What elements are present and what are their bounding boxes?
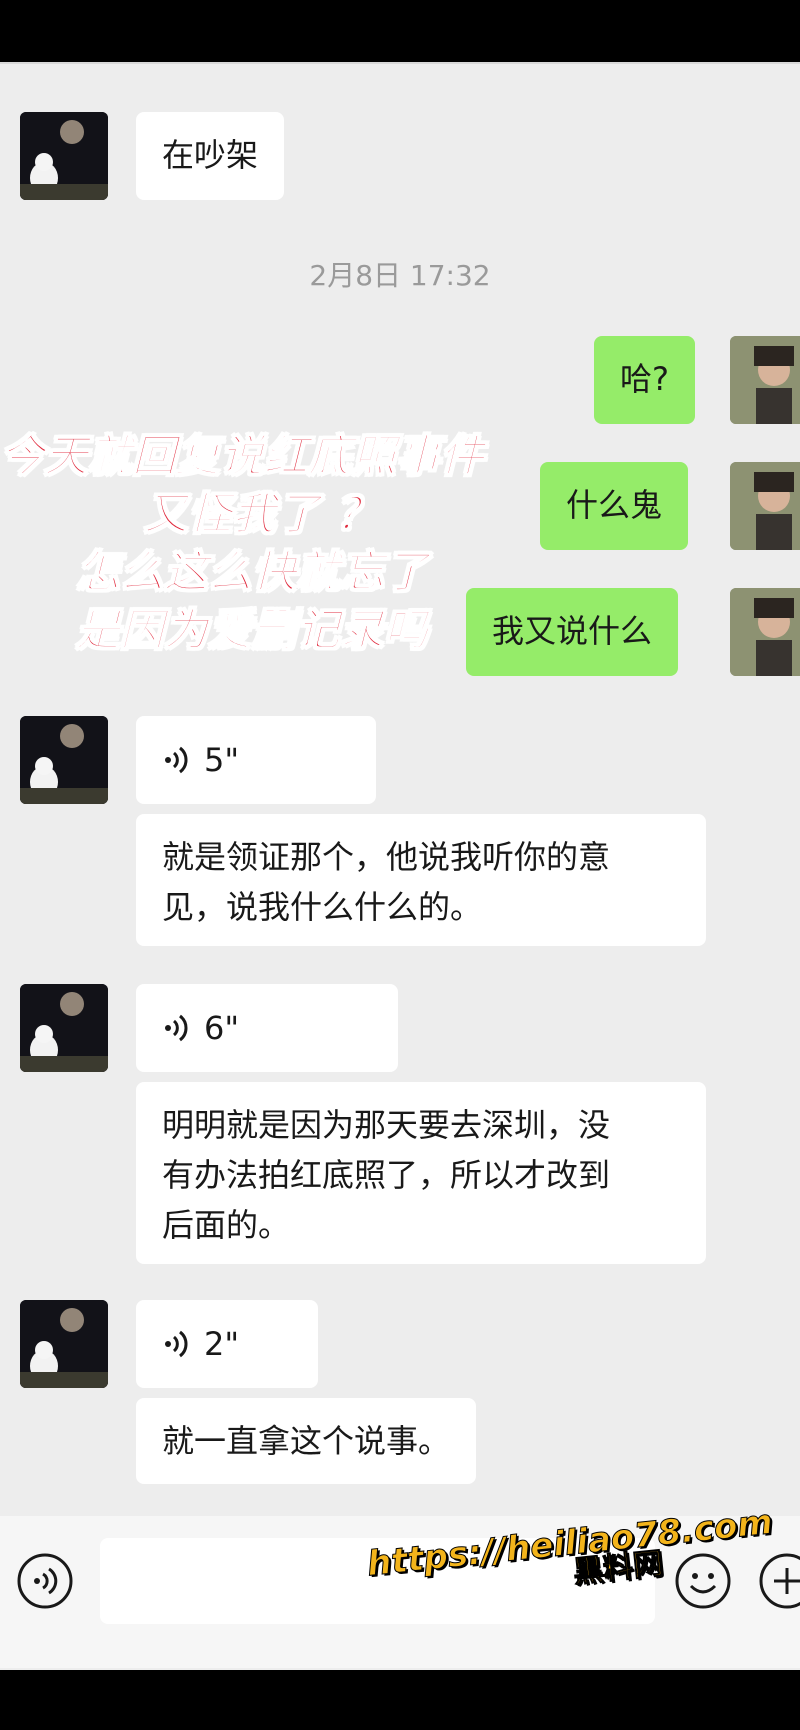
message-bubble[interactable]: 就是领证那个，他说我听你的意 见，说我什么什么的。 — [136, 814, 706, 946]
contact-avatar[interactable] — [20, 716, 108, 804]
contact-avatar[interactable] — [20, 112, 108, 200]
overlay-caption-line: 怎么这么快就忘了 — [75, 546, 429, 599]
message-text: 哈? — [620, 360, 669, 398]
message-text-line: 明明就是因为那天要去深圳，没 — [162, 1106, 611, 1144]
contact-avatar[interactable] — [20, 984, 108, 1072]
message-bubble[interactable]: 就一直拿这个说事。 — [136, 1398, 477, 1484]
self-avatar[interactable] — [730, 336, 800, 424]
contact-avatar[interactable] — [20, 1300, 108, 1388]
watermark: https://heiliao78.com 黑料网 — [364, 1502, 774, 1591]
self-avatar[interactable] — [730, 588, 800, 676]
self-avatar[interactable] — [730, 462, 800, 550]
chat-screen: 在吵架 2月8日 17:32 哈? 什么鬼 我又说什么 5" 就是领证那个，他说… — [0, 62, 800, 1670]
message-bubble[interactable]: 在吵架 — [136, 112, 285, 200]
voice-wave-icon — [165, 1014, 188, 1042]
voice-wave-icon — [165, 746, 188, 774]
overlay-caption-line: 又怪我了 ？ — [143, 488, 380, 541]
voice-input-icon[interactable] — [16, 1552, 74, 1610]
message-text: 在吵架 — [162, 136, 259, 174]
message-text-line: 有办法拍红底照了，所以才改到 — [162, 1156, 611, 1194]
message-text-line: 后面的。 — [162, 1206, 291, 1244]
overlay-caption-line: 是因为爱删记录吗 — [75, 604, 429, 657]
message-text-line: 就是领证那个，他说我听你的意 — [162, 838, 611, 876]
voice-duration: 5" — [204, 741, 240, 779]
message-text-line: 见，说我什么什么的。 — [162, 888, 483, 926]
divider — [0, 62, 800, 64]
voice-wave-icon — [165, 1330, 188, 1358]
overlay-caption: 今天就回复说红底照事件 又怪我了 ？ 怎么这么快就忘了 是因为爱删记录吗 — [0, 428, 600, 660]
message-bubble[interactable]: 哈? — [594, 336, 695, 424]
voice-duration: 6" — [204, 1009, 240, 1047]
voice-duration: 2" — [204, 1325, 240, 1363]
timestamp: 2月8日 17:32 — [309, 259, 491, 292]
message-bubble[interactable]: 明明就是因为那天要去深圳，没 有办法拍红底照了，所以才改到 后面的。 — [136, 1082, 706, 1264]
voice-message[interactable]: 5" — [136, 716, 376, 804]
message-text: 就一直拿这个说事。 — [162, 1422, 451, 1460]
overlay-caption-line: 今天就回复说红底照事件 — [0, 430, 485, 483]
voice-message[interactable]: 2" — [136, 1300, 318, 1388]
voice-message[interactable]: 6" — [136, 984, 398, 1072]
